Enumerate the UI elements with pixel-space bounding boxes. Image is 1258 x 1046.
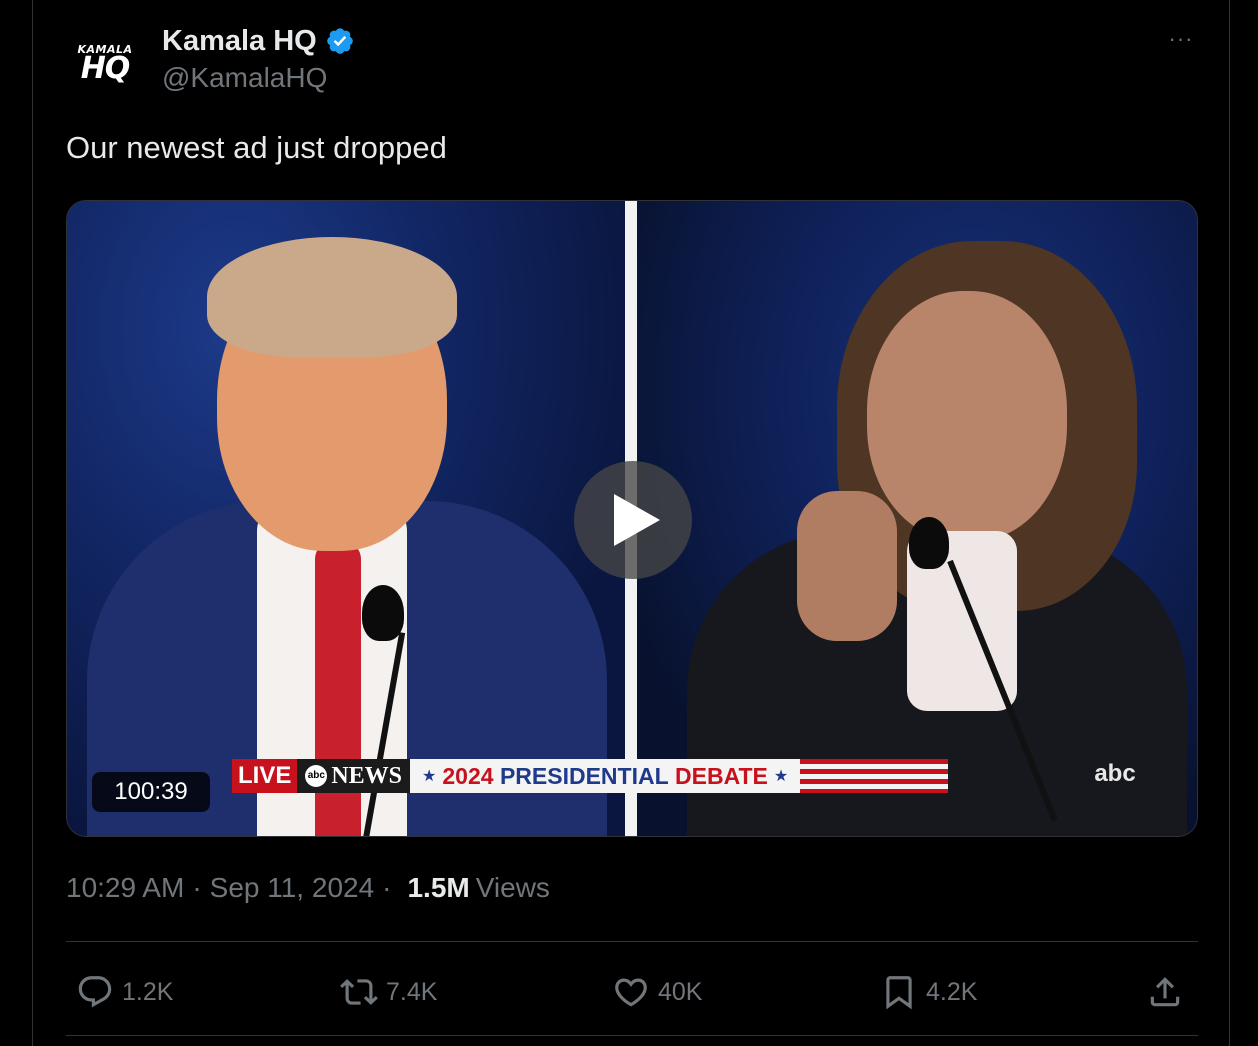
repost-icon bbox=[340, 979, 378, 1005]
author-display-name[interactable]: Kamala HQ bbox=[162, 25, 317, 58]
debate-title-mid: PRESIDENTIAL bbox=[499, 762, 669, 789]
timeline-border-left bbox=[32, 0, 33, 1046]
live-tag: LIVE bbox=[232, 759, 298, 793]
network-tag: abc NEWS bbox=[297, 759, 411, 793]
like-count: 40K bbox=[658, 977, 703, 1006]
flag-stripes bbox=[800, 759, 949, 793]
right-speaker-head bbox=[867, 291, 1067, 541]
heart-icon bbox=[615, 978, 647, 1007]
like-button[interactable]: 40K bbox=[612, 972, 702, 1012]
bookmark-count: 4.2K bbox=[926, 977, 978, 1006]
play-button[interactable] bbox=[574, 461, 692, 579]
video-player[interactable]: LIVE abc NEWS ★ 2024 PRESIDENTIAL DEBATE… bbox=[66, 200, 1198, 837]
tweet-time[interactable]: 10:29 AM bbox=[66, 872, 184, 904]
debate-year: 2024 bbox=[442, 762, 494, 789]
left-microphone bbox=[362, 585, 404, 641]
divider bbox=[66, 1035, 1198, 1036]
divider bbox=[66, 941, 1198, 942]
separator: · bbox=[382, 872, 392, 903]
debate-title-end: DEBATE bbox=[675, 762, 768, 789]
star-icon: ★ bbox=[422, 768, 437, 785]
bookmark-button[interactable]: 4.2K bbox=[880, 972, 977, 1012]
right-microphone bbox=[909, 517, 949, 569]
verified-badge-icon[interactable] bbox=[325, 26, 355, 56]
more-options-icon[interactable]: ··· bbox=[1164, 24, 1198, 54]
bookmark-icon bbox=[886, 976, 912, 1010]
network-name: NEWS bbox=[331, 762, 403, 789]
tweet-metadata: 10:29 AM · Sep 11, 2024 · 1.5M Views bbox=[66, 872, 550, 904]
broadcast-banner: LIVE abc NEWS ★ 2024 PRESIDENTIAL DEBATE… bbox=[232, 759, 949, 793]
avatar[interactable]: KAMALA HQ bbox=[64, 22, 146, 104]
avatar-text-bottom: HQ bbox=[80, 50, 131, 86]
views-label: Views bbox=[475, 872, 550, 903]
reply-icon bbox=[78, 976, 112, 1008]
video-duration: 100:39 bbox=[92, 772, 210, 812]
channel-logo: abc bbox=[1094, 760, 1136, 787]
star-icon: ★ bbox=[773, 768, 789, 785]
reply-button[interactable]: 1.2K bbox=[76, 972, 173, 1012]
network-badge: abc bbox=[305, 765, 328, 787]
repost-button[interactable]: 7.4K bbox=[340, 972, 437, 1012]
share-button[interactable] bbox=[1146, 972, 1192, 1012]
play-icon bbox=[614, 494, 660, 546]
right-speaker-hand bbox=[797, 491, 897, 641]
timeline-border-right bbox=[1229, 0, 1230, 1046]
tweet-text: Our newest ad just dropped bbox=[66, 130, 447, 165]
reply-count: 1.2K bbox=[122, 977, 174, 1006]
share-icon bbox=[1150, 977, 1180, 1007]
author-name-row: Kamala HQ bbox=[162, 24, 355, 58]
views-count[interactable]: 1.5M bbox=[407, 872, 469, 904]
left-speaker-hair bbox=[207, 237, 457, 357]
separator: · bbox=[192, 872, 202, 903]
tweet-date[interactable]: Sep 11, 2024 bbox=[210, 872, 375, 904]
author-handle[interactable]: @KamalaHQ bbox=[162, 62, 327, 94]
debate-title: ★ 2024 PRESIDENTIAL DEBATE ★ bbox=[410, 759, 801, 793]
repost-count: 7.4K bbox=[386, 977, 438, 1006]
